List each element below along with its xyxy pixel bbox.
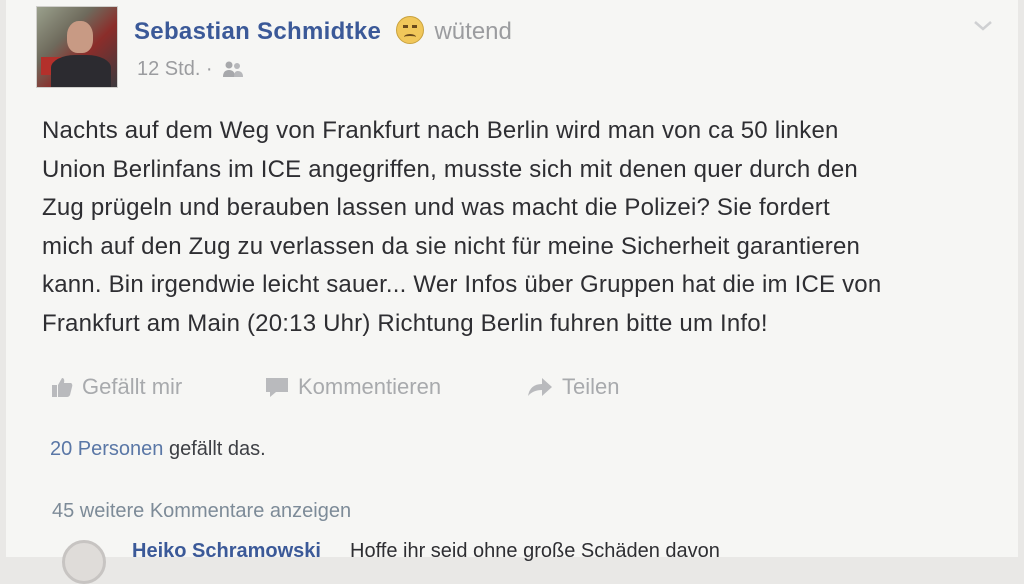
like-label: Gefällt mir <box>82 374 183 399</box>
angry-face-icon <box>395 16 424 44</box>
author-name[interactable]: Sebastian Schmidtke <box>134 18 381 45</box>
likes-count[interactable]: 20 Personen <box>50 438 163 460</box>
commenter-avatar[interactable] <box>62 540 106 584</box>
share-label: Teilen <box>562 374 620 399</box>
share-arrow-icon <box>528 378 552 396</box>
post-meta: 12 Std. · <box>137 58 244 84</box>
like-button[interactable]: Gefällt mir <box>50 374 182 400</box>
post-body: Nachts auf dem Weg von Frankfurt nach Be… <box>42 112 992 343</box>
friends-icon[interactable] <box>222 60 244 84</box>
mood-label[interactable]: wütend <box>434 18 511 45</box>
comment-label: Kommentieren <box>298 374 442 399</box>
commenter-name[interactable]: Heiko Schramowski <box>132 540 321 563</box>
likes-suffix: gefällt das. <box>163 438 266 460</box>
post-card: Sebastian Schmidtke wütend 12 Std. · Nac… <box>6 0 1018 584</box>
share-button[interactable]: Teilen <box>526 374 619 400</box>
post-text-line: Frankfurt am Main (20:13 Uhr) Richtung B… <box>42 309 768 337</box>
post-text-line: Union Berlinfans im ICE angegriffen, mus… <box>42 155 858 183</box>
post-text-line: Nachts auf dem Weg von Frankfurt nach Be… <box>42 117 839 144</box>
post-timestamp[interactable]: 12 Std. · <box>137 58 213 80</box>
post-header: Sebastian Schmidtke wütend <box>134 16 512 46</box>
post-text-line: Zug prügeln und berauben lassen und was … <box>42 194 830 221</box>
comment-bubble-icon <box>266 378 288 397</box>
avatar-head <box>67 21 93 53</box>
likes-summary: 20 Personen gefällt das. <box>50 438 266 461</box>
author-avatar[interactable] <box>36 6 118 88</box>
avatar-body <box>51 55 111 87</box>
post-text-line: kann. Bin irgendwie leicht sauer... Wer … <box>42 271 882 298</box>
thumbs-up-icon <box>52 378 73 397</box>
comment-button[interactable]: Kommentieren <box>264 374 441 400</box>
comment-text: Hoffe ihr seid ohne große Schäden davon <box>350 540 720 562</box>
post-text-line: mich auf den Zug zu verlassen da sie nic… <box>42 232 861 260</box>
chevron-down-icon[interactable] <box>972 14 994 36</box>
more-comments-link[interactable]: 45 weitere Kommentare anzeigen <box>52 500 351 523</box>
